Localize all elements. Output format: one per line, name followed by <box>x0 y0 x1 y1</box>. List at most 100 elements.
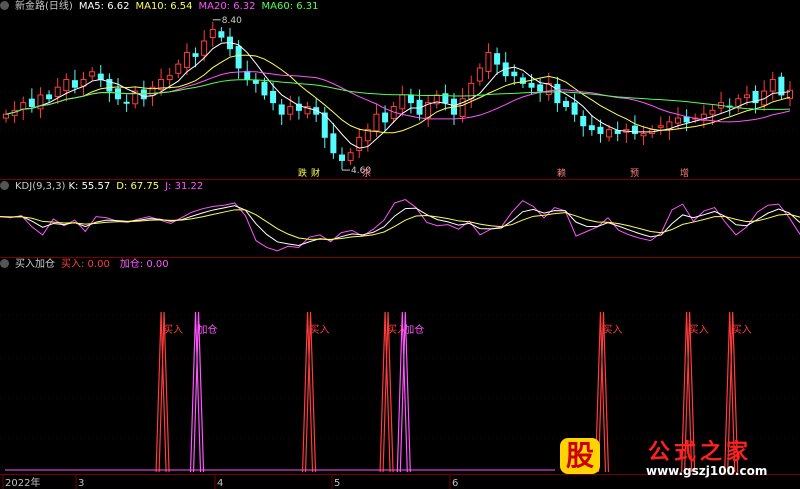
candle-body <box>89 71 96 77</box>
x-axis-label: 3 <box>78 478 84 489</box>
event-tag: 杀 <box>362 167 371 179</box>
collapse-icon[interactable] <box>0 259 9 268</box>
candle-body <box>183 52 190 69</box>
watermark-url: www.gszj100.com <box>646 464 768 478</box>
candle-body <box>476 67 483 82</box>
candle-body <box>123 101 130 104</box>
candle-body <box>3 113 9 119</box>
candle-body <box>537 84 544 92</box>
kdj-k-value: K: 55.57 <box>68 181 111 192</box>
stock-chart[interactable]: 8.404.60跌财杀赖预增买入 加仓 买入 买入加仓 买入 买入 买入2022年 3 4 5 6 <box>0 0 800 489</box>
candle-body <box>287 105 294 115</box>
event-tag: 财 <box>311 167 320 179</box>
candle-body <box>339 154 345 161</box>
x-axis-label: 4 <box>217 478 223 489</box>
candle-body <box>218 31 225 38</box>
signal-label: 买入 <box>602 324 622 336</box>
candle-body <box>399 94 406 110</box>
signal-label: 买入 <box>689 324 709 336</box>
candle-body <box>528 82 535 88</box>
candle-body <box>209 28 216 39</box>
watermark-title: 公式之家 <box>648 439 753 465</box>
candle-body <box>192 53 199 57</box>
x-axis-label: 5 <box>334 478 340 489</box>
candle-body <box>235 45 242 69</box>
x-axis-label: 6 <box>452 478 458 489</box>
signal-title: 买入加仓 <box>15 259 55 270</box>
candle-body <box>382 112 389 123</box>
candle-body <box>166 75 173 81</box>
kdj-j-value: J: 31.22 <box>165 181 204 192</box>
main-chart-header: 新金路(日线) MA5: 6.62 MA10: 6.54 MA20: 6.32 MA60… <box>0 0 325 14</box>
stock-title: 新金路(日线) <box>15 1 73 12</box>
candle-body <box>270 90 277 104</box>
signal-buy-value: 买入: 0.00 <box>61 259 110 270</box>
candle-body <box>743 94 750 99</box>
signal-header: 买入加仓 买入: 0.00 加仓: 0.00 <box>0 258 175 272</box>
signal-label: 加仓 <box>198 323 218 336</box>
candle-body <box>580 116 587 127</box>
ma60-value: MA60: 6.31 <box>261 1 319 12</box>
kdj-d-line <box>0 209 800 240</box>
ma5-value: MA5: 6.62 <box>78 1 130 12</box>
candle-body <box>614 130 621 134</box>
kdj-title: KDJ(9,3,3) <box>15 181 66 192</box>
candle-body <box>468 82 475 100</box>
candle-body <box>511 71 518 77</box>
event-tag: 跌 <box>298 168 307 179</box>
signal-label: 加仓 <box>404 323 424 336</box>
kdj-header: KDJ(9,3,3) K: 55.57 D: 67.75 J: 31.22 <box>0 180 209 194</box>
ma10-value: MA10: 6.54 <box>135 1 193 12</box>
candle-body <box>606 129 613 138</box>
candle-body <box>485 52 492 72</box>
candle-body <box>683 116 690 123</box>
candle-body <box>640 132 647 137</box>
candle-body <box>28 98 35 107</box>
collapse-icon[interactable] <box>0 1 9 10</box>
candle-body <box>244 70 251 81</box>
candle-body <box>373 113 380 132</box>
signal-label: 买入 <box>732 324 752 336</box>
candle-body <box>597 126 604 134</box>
candle-body <box>709 109 716 115</box>
candle-body <box>20 102 27 110</box>
ma20-value: MA20: 6.32 <box>198 1 256 12</box>
high-price-label: 8.40 <box>222 16 242 26</box>
ma20-line <box>5 71 791 123</box>
candle-body <box>769 79 776 92</box>
candle-body <box>252 80 259 84</box>
candle-body <box>63 79 70 92</box>
kdj-d-value: D: 67.75 <box>116 181 160 192</box>
candle-body <box>554 84 561 104</box>
ma60-line <box>5 79 791 115</box>
ma10-line <box>5 54 791 134</box>
candle-body <box>347 152 354 161</box>
candle-body <box>115 88 121 100</box>
candle-body <box>175 63 182 74</box>
candle-body <box>494 53 501 65</box>
candle-body <box>201 40 208 56</box>
candle-body <box>278 104 285 115</box>
candle-body <box>261 81 268 96</box>
collapse-icon[interactable] <box>0 181 9 190</box>
event-tag: 赖 <box>557 168 566 179</box>
candle-body <box>330 133 337 154</box>
ma5-line <box>5 42 791 149</box>
candle-body <box>140 89 147 100</box>
candle-body <box>571 102 578 115</box>
candle-body <box>563 100 569 107</box>
event-tag: 增 <box>680 167 689 179</box>
candle-body <box>97 73 104 81</box>
watermark-logo: 股 <box>560 438 600 474</box>
candle-body <box>71 80 78 88</box>
candle-body <box>588 125 595 131</box>
signal-label: 买入 <box>310 324 330 336</box>
candle-body <box>657 125 664 128</box>
signal-label: 买入 <box>163 324 183 336</box>
candle-body <box>54 86 61 97</box>
x-axis-label: 2022年 <box>5 476 40 489</box>
signal-add-value: 加仓: 0.00 <box>119 259 169 270</box>
candle-body <box>675 117 681 124</box>
candle-body <box>46 94 53 100</box>
event-tag: 预 <box>630 168 639 179</box>
